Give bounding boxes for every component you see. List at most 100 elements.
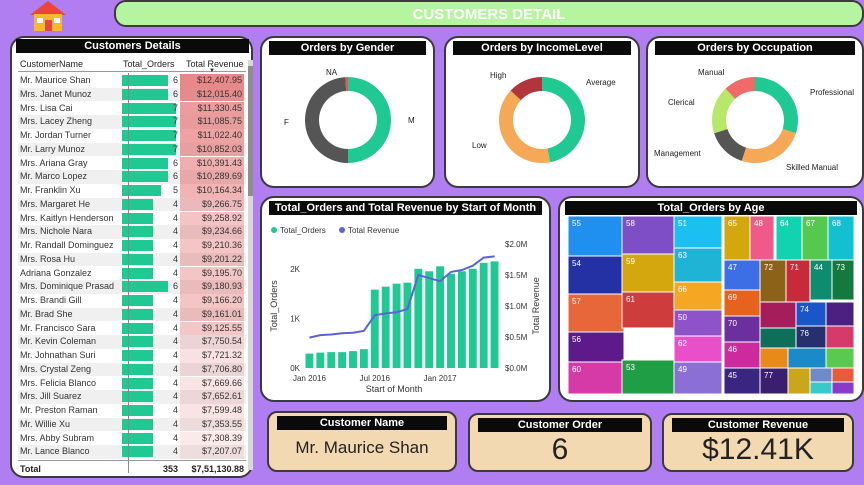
cell-total-orders: 4 (172, 198, 178, 209)
y-tick-label: 0K (290, 364, 300, 373)
table-row[interactable]: Mrs. Ariana Gray 6 $10,391.43 (18, 156, 246, 171)
treemap-cell-small[interactable] (825, 347, 855, 369)
table-row[interactable]: Mr. Johnathan Suri 4 $7,721.32 (18, 349, 246, 363)
table-row[interactable]: Mrs. Dominique Prasad 6 $9,180.93 (18, 280, 246, 294)
treemap-cell-small[interactable] (831, 367, 855, 383)
cell-total-revenue: $11,022.40 (180, 129, 244, 143)
income-donut[interactable] (446, 38, 638, 186)
bar-total-orders (425, 271, 434, 368)
treemap-label: 61 (626, 295, 635, 304)
table-row[interactable]: Adriana Gonzalez 4 $9,195.70 (18, 266, 246, 281)
cell-total-orders: 7 (172, 143, 178, 154)
customer-order-label: Customer Order (478, 418, 642, 432)
bar-total-orders (403, 282, 412, 368)
x-axis-label: Start of Month (366, 384, 423, 394)
treemap-cell-small[interactable] (787, 347, 827, 369)
treemap-label: 59 (626, 257, 635, 266)
cell-total-revenue: $7,353.55 (180, 417, 244, 432)
cell-total-revenue: $7,308.39 (180, 431, 244, 446)
donut-slice-management[interactable] (714, 128, 747, 161)
table-row[interactable]: Mr. Willie Xu 4 $7,353.55 (18, 417, 246, 432)
table-row[interactable]: Mr. Brad She 4 $9,161.01 (18, 307, 246, 322)
table-row[interactable]: Mrs. Janet Munoz 6 $12,015.40 (18, 87, 246, 102)
treemap-label: 45 (728, 371, 737, 380)
bar-total-orders (359, 349, 368, 368)
donut-slice-professional[interactable] (755, 77, 798, 134)
table-row[interactable]: Mr. Lance Blanco 4 $7,207.07 (18, 445, 246, 459)
orders-by-income-card: Orders by IncomeLevel High Average Low (444, 36, 640, 188)
gender-donut[interactable] (262, 38, 433, 186)
cell-total-orders: 4 (172, 391, 178, 402)
table-row[interactable]: Mrs. Jill Suarez 4 $7,652.61 (18, 390, 246, 404)
table-row[interactable]: Mrs. Lacey Zheng 7 $11,085.75 (18, 115, 246, 129)
treemap-label: 68 (832, 219, 841, 228)
treemap-cell-small[interactable] (787, 367, 811, 395)
cell-customer-name: Mrs. Jill Suarez (20, 391, 82, 402)
income-label-average: Average (586, 78, 616, 87)
cell-total-revenue: $7,706.80 (180, 362, 244, 377)
treemap-label: 50 (678, 313, 687, 322)
cell-customer-name: Mrs. Abby Subram (20, 432, 95, 443)
treemap-cell-small[interactable] (809, 381, 833, 395)
age-treemap[interactable]: 55 58 51 65 48 64 67 68 54 59 63 47 72 71 44 73 57 61 66 69… (560, 198, 862, 400)
column-header-name[interactable]: CustomerName (20, 59, 83, 69)
table-row[interactable]: Mrs. Lisa Cai 7 $11,330.45 (18, 101, 246, 116)
table-row[interactable]: Mrs. Felicia Blanco 4 $7,669.66 (18, 376, 246, 391)
treemap-cell-small[interactable] (825, 325, 855, 349)
table-row[interactable]: Mrs. Margaret He 4 $9,266.75 (18, 197, 246, 212)
cell-total-revenue: $7,599.48 (180, 404, 244, 418)
table-row[interactable]: Mr. Marco Lopez 6 $10,289.69 (18, 170, 246, 184)
cell-customer-name: Mr. Lance Blanco (20, 446, 90, 457)
treemap-label: 71 (790, 263, 799, 272)
donut-slice-low[interactable] (499, 90, 551, 163)
occupation-label-clerical: Clerical (668, 98, 695, 107)
home-icon[interactable] (28, 0, 68, 32)
table-row[interactable]: Mrs. Brandi Gill 4 $9,166.20 (18, 294, 246, 308)
donut-slice-m[interactable] (348, 77, 391, 163)
column-header-orders[interactable]: Total_Orders (123, 59, 175, 69)
table-row[interactable]: Mrs. Rosa Hu 4 $9,201.22 (18, 252, 246, 267)
cell-customer-name: Adriana Gonzalez (20, 267, 92, 278)
treemap-cell-small[interactable] (831, 381, 855, 395)
table-row[interactable]: Mr. Preston Raman 4 $7,599.48 (18, 404, 246, 418)
orders-by-age-card: Total_Orders by Age 55 58 51 65 48 64 67 68 54 59… (558, 196, 864, 402)
bar-total-orders (468, 268, 477, 368)
table-row[interactable]: Mr. Randall Dominguez 4 $9,210.36 (18, 239, 246, 253)
x-tick-label: Jul 2016 (360, 374, 391, 383)
donut-slice-clerical[interactable] (712, 88, 736, 134)
table-row[interactable]: Mr. Francisco Sara 4 $9,125.55 (18, 321, 246, 336)
cell-total-orders: 6 (172, 281, 178, 292)
bar-total-orders (370, 289, 379, 368)
scrollbar-thumb[interactable] (248, 66, 253, 196)
table-row[interactable]: Mr. Maurice Shan 6 $12,407.95 (18, 74, 246, 88)
customer-revenue-value: $12.41K (702, 433, 814, 466)
table-row[interactable]: Mrs. Nichole Nara 4 $9,234.66 (18, 225, 246, 239)
cell-total-orders: 4 (172, 363, 178, 374)
donut-slice-skilled-manual[interactable] (741, 128, 796, 163)
table-row[interactable]: Mr. Kevin Coleman 4 $7,750.54 (18, 335, 246, 349)
cell-customer-name: Mr. Franklin Xu (20, 185, 81, 195)
donut-slice-average[interactable] (542, 77, 585, 163)
cell-customer-name: Mrs. Ariana Gray (20, 157, 88, 168)
table-row[interactable]: Mrs. Crystal Zeng 4 $7,706.80 (18, 362, 246, 377)
orders-revenue-combo-chart[interactable]: Total_Orders Total Revenue 0K 1K 2K $0.0M $0.5… (262, 198, 549, 400)
treemap-label: 57 (572, 297, 581, 306)
table-row[interactable]: Mr. Franklin Xu 5 $10,164.34 (18, 184, 246, 198)
cell-customer-name: Mr. Maurice Shan (20, 75, 91, 85)
treemap-cell-small[interactable] (825, 301, 855, 327)
donut-slice-f[interactable] (305, 77, 348, 163)
treemap-cell-small[interactable] (759, 327, 797, 349)
treemap-cell-small[interactable] (809, 367, 833, 383)
treemap-cell-small[interactable] (759, 301, 797, 329)
table-row[interactable]: Mr. Jordan Turner 7 $11,022.40 (18, 129, 246, 143)
table-row[interactable]: Mrs. Kaitlyn Henderson 4 $9,258.92 (18, 211, 246, 226)
y2-tick-label: $1.0M (505, 302, 528, 311)
bar-total-orders (349, 351, 357, 368)
cell-customer-name: Mrs. Felicia Blanco (20, 377, 97, 388)
table-row[interactable]: Mrs. Abby Subram 4 $7,308.39 (18, 431, 246, 446)
treemap-label: 60 (572, 365, 581, 374)
orders-revenue-by-month-card: Total_Orders and Total Revenue by Start … (260, 196, 551, 402)
table-row[interactable]: Mr. Larry Munoz 7 $10,852.03 (18, 142, 246, 157)
total-label: Total (20, 464, 41, 474)
treemap-label: 63 (678, 251, 687, 260)
